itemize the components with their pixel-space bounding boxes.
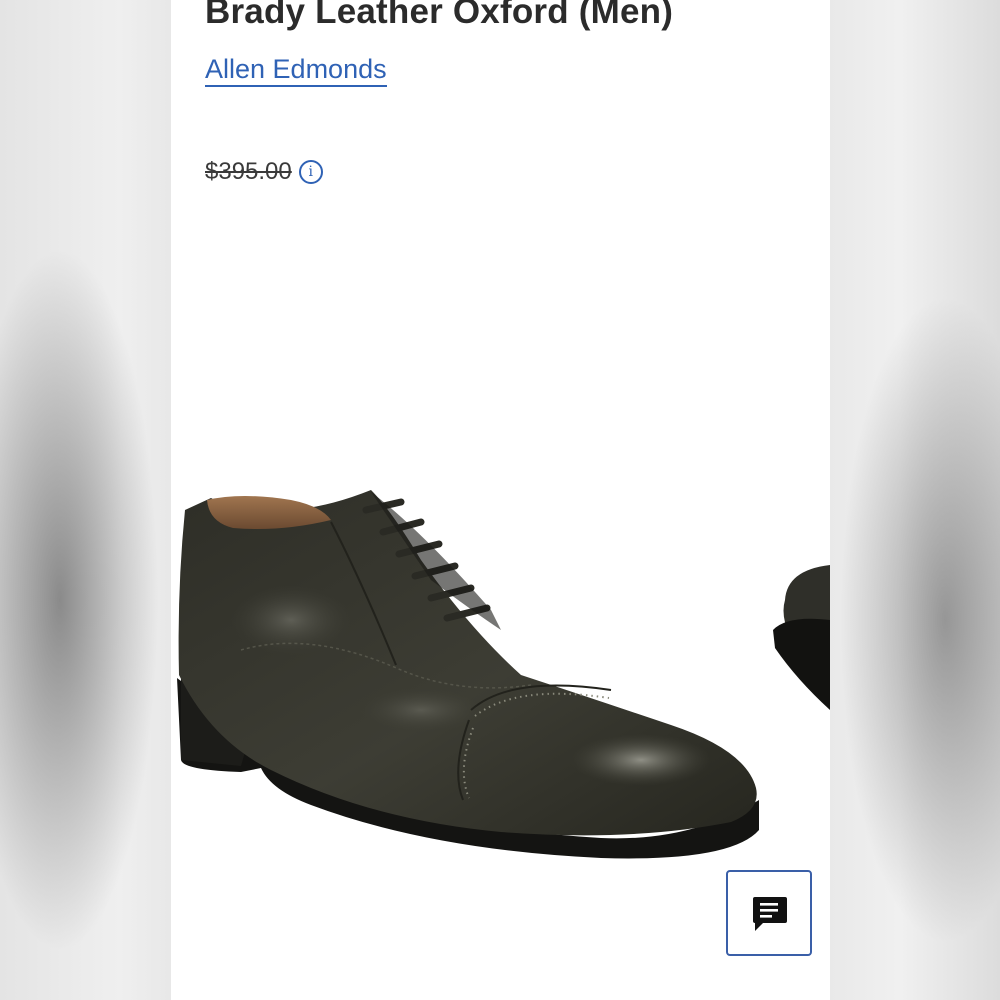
price-row: $395.00 i <box>205 158 323 186</box>
info-icon[interactable]: i <box>298 160 323 184</box>
original-price: $395.00 <box>205 158 292 185</box>
brand-link[interactable]: Allen Edmonds <box>205 54 387 87</box>
product-image <box>177 490 759 859</box>
product-title: Brady Leather Oxford (Men) <box>205 0 674 31</box>
chat-icon <box>753 897 787 931</box>
second-shoe-image <box>773 565 830 710</box>
chat-button[interactable] <box>726 870 812 956</box>
product-card: Brady Leather Oxford (Men) Allen Edmonds… <box>171 0 830 1000</box>
